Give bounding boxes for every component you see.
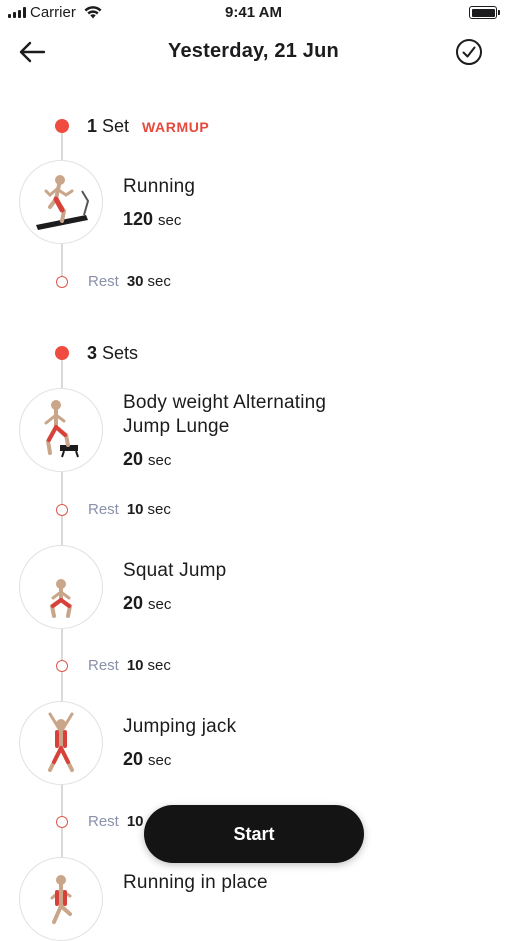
jumping-jack-icon: [48, 712, 74, 772]
rest-marker: [56, 816, 68, 828]
squat-jump-icon: [49, 579, 73, 618]
rest-unit: sec: [147, 273, 171, 290]
duration-unit: sec: [148, 596, 172, 613]
set-header: 1 Set: [87, 116, 129, 137]
duration-value: 20: [123, 749, 144, 769]
exercise-duration: 20 sec: [123, 749, 171, 770]
duration-value: 20: [123, 593, 144, 613]
exercise-name-line2: Jump Lunge: [123, 416, 230, 437]
set-marker: [55, 119, 69, 133]
start-button[interactable]: Start: [144, 805, 364, 863]
exercise-duration: 120 sec: [123, 209, 181, 230]
set-header: 3 Sets: [87, 343, 138, 364]
rest-marker: [56, 660, 68, 672]
rest-label: Rest: [88, 273, 119, 290]
exercise-duration: 20 sec: [123, 449, 171, 470]
duration-unit: sec: [148, 752, 172, 769]
exercise-name: Squat Jump: [123, 560, 227, 581]
running-treadmill-icon: [36, 175, 90, 230]
duration-unit: sec: [148, 452, 172, 469]
check-circle-icon: [456, 39, 482, 65]
exercise-thumbnail[interactable]: [19, 160, 103, 244]
rest-label: Rest: [88, 813, 119, 830]
warmup-tag: WARMUP: [142, 119, 210, 135]
rest-value: 10: [126, 501, 144, 518]
duration-unit: sec: [158, 212, 182, 229]
status-time: 9:41 AM: [225, 4, 282, 21]
rest-row: Rest 30 sec: [88, 273, 171, 290]
battery-icon: [469, 6, 500, 19]
running-in-place-icon: [50, 875, 72, 924]
exercise-thumbnail[interactable]: [19, 545, 103, 629]
set-marker: [55, 346, 69, 360]
duration-value: 120: [123, 209, 154, 229]
rest-marker: [56, 504, 68, 516]
rest-value: 30: [126, 273, 144, 290]
rest-row: Rest 10 sec: [88, 657, 171, 674]
duration-value: 20: [123, 449, 144, 469]
set-count: 1: [87, 116, 98, 136]
exercise-thumbnail[interactable]: [19, 857, 103, 941]
set-word: Sets: [102, 343, 139, 363]
page-title: Yesterday, 21 Jun: [168, 40, 339, 62]
rest-row: Rest 10: [88, 813, 148, 830]
rest-row: Rest 10 sec: [88, 501, 171, 518]
rest-value: 10: [126, 657, 144, 674]
set-word: Set: [102, 116, 130, 136]
complete-button[interactable]: [455, 38, 483, 66]
exercise-thumbnail[interactable]: [19, 701, 103, 785]
exercise-name: Jumping jack: [123, 716, 237, 737]
rest-value: 10: [126, 813, 144, 830]
exercise-name-line1: Body weight Alternating: [123, 392, 327, 413]
rest-marker: [56, 276, 68, 288]
exercise-duration: 20 sec: [123, 593, 171, 614]
exercise-name: Running in place: [123, 872, 268, 893]
rest-label: Rest: [88, 657, 119, 674]
rest-unit: sec: [147, 657, 171, 674]
jump-lunge-icon: [44, 400, 79, 458]
exercise-name: Running: [123, 176, 196, 197]
exercise-name: Body weight Alternating Jump Lunge: [123, 391, 326, 439]
rest-unit: sec: [147, 501, 171, 518]
exercise-thumbnail[interactable]: [19, 388, 103, 472]
set-count: 3: [87, 343, 98, 363]
rest-label: Rest: [88, 501, 119, 518]
